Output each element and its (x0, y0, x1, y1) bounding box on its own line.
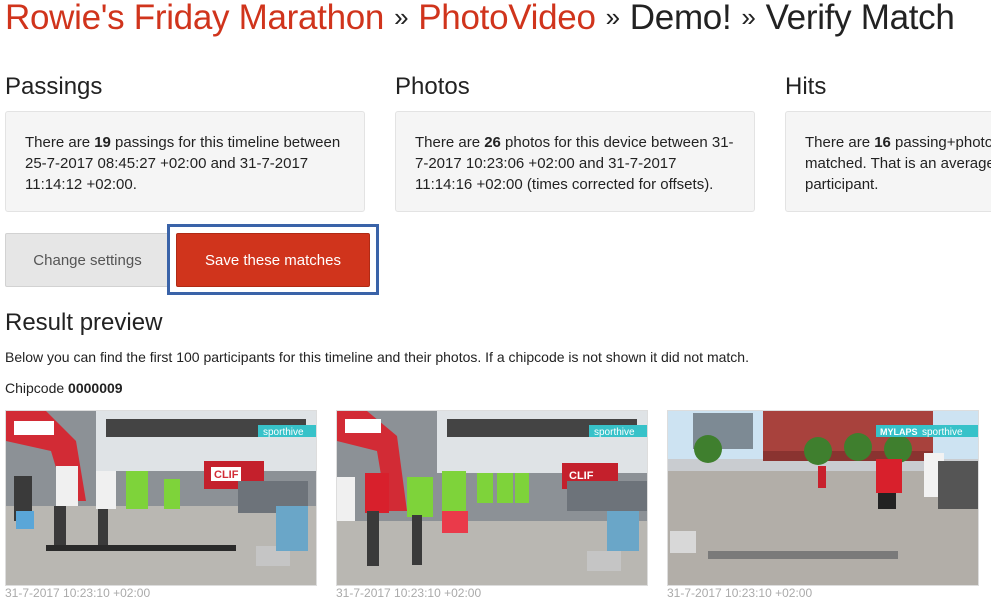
photo-timestamp: 31-7-2017 10:23:10 +02:00 (5, 586, 151, 600)
photo-timestamp: 31-7-2017 10:23:10 +02:00 (336, 586, 482, 600)
chipcode-value: 0000009 (68, 380, 123, 396)
clif-sign: CLIF (569, 470, 594, 482)
result-photo[interactable]: MYLAPS sporthive (667, 410, 979, 586)
passings-panel: There are 19 passings for this timeline … (5, 111, 365, 212)
hits-text-pre: There are (805, 134, 875, 151)
breadcrumb-event-link[interactable]: Rowie's Friday Marathon (5, 0, 384, 37)
hits-text-line3: participant. (805, 176, 879, 193)
page-title: Verify Match (765, 0, 955, 37)
save-matches-button[interactable]: Save these matches (176, 233, 370, 287)
breadcrumb-device: Demo! (629, 0, 732, 37)
photos-text-post: photos for this device between 31- (500, 134, 734, 151)
result-preview-title: Result preview (5, 309, 163, 336)
race-photo-image: sporthive CLIF (337, 411, 647, 585)
photos-count: 26 (484, 134, 501, 151)
photos-text-line3: 11:14:16 +02:00 (times corrected for off… (415, 176, 714, 193)
hits-panel: There are 16 passing+photo matched. That… (785, 111, 991, 212)
result-photo[interactable]: sporthive CLIF (336, 410, 648, 586)
photos-panel: There are 26 photos for this device betw… (395, 111, 755, 212)
passings-count: 19 (94, 134, 111, 151)
hits-text-line2: matched. That is an average (805, 155, 991, 172)
chipcode-line: Chipcode 0000009 (5, 380, 123, 396)
passings-text-line2: 25-7-2017 08:45:27 +02:00 and 31-7-2017 (25, 155, 309, 172)
passings-text-line3: 11:14:12 +02:00. (25, 176, 137, 193)
hits-text-post: passing+photo (890, 134, 991, 151)
photos-text-pre: There are (415, 134, 485, 151)
mylaps-sign: MYLAPS (880, 427, 918, 437)
sporthive-sign: sporthive (594, 427, 635, 438)
sporthive-sign: sporthive (263, 427, 304, 438)
breadcrumb-separator: » (605, 2, 620, 32)
race-photo-image: MYLAPS sporthive (668, 411, 978, 585)
breadcrumb-photovideo-link[interactable]: PhotoVideo (418, 0, 596, 37)
hits-count: 16 (874, 134, 891, 151)
breadcrumb-separator: » (394, 2, 409, 32)
passings-text-pre: There are (25, 134, 95, 151)
race-photo-image: sporthive CLIF (6, 411, 316, 585)
change-settings-button[interactable]: Change settings (5, 233, 170, 287)
chipcode-label: Chipcode (5, 380, 69, 396)
clif-sign: CLIF (214, 469, 239, 481)
passings-text-post: passings for this timeline between (110, 134, 341, 151)
breadcrumb: Rowie's Friday Marathon » PhotoVideo » Demo!… (5, 0, 955, 38)
photo-timestamp: 31-7-2017 10:23:10 +02:00 (667, 586, 813, 600)
result-photo[interactable]: sporthive CLIF (5, 410, 317, 586)
hits-title: Hits (785, 73, 827, 100)
photos-text-line2: 7-2017 10:23:06 +02:00 and 31-7-2017 (415, 155, 677, 172)
passings-title: Passings (5, 73, 103, 100)
photos-title: Photos (395, 73, 470, 100)
sporthive-sign: sporthive (922, 427, 963, 438)
result-description: Below you can find the first 100 partici… (5, 349, 749, 365)
breadcrumb-separator: » (741, 2, 756, 32)
